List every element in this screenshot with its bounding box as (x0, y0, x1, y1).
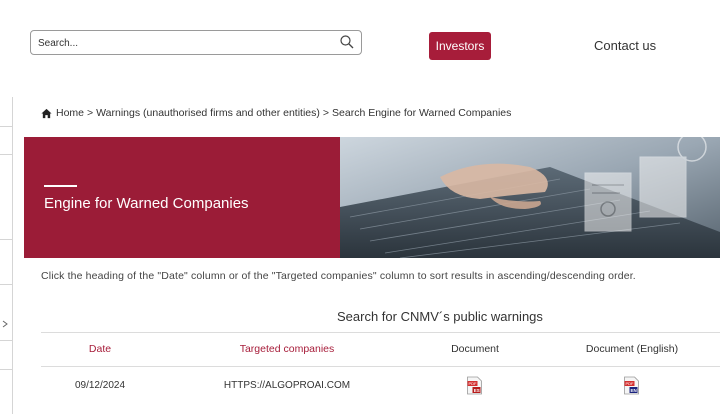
search-input[interactable] (38, 36, 328, 50)
breadcrumb-separator: > (322, 107, 330, 119)
banner-accent-bar (44, 185, 77, 187)
sidebar-divider (0, 284, 12, 285)
table-divider (41, 332, 720, 333)
svg-text:EN: EN (631, 388, 637, 393)
pdf-en-icon[interactable]: PDF EN (624, 376, 641, 395)
cell-date: 09/12/2024 (74, 380, 126, 391)
breadcrumb-warnings[interactable]: Warnings (unauthorised firms and other e… (96, 107, 320, 119)
banner-laptop-image (340, 137, 720, 258)
column-header-document-english: Document (English) (585, 343, 679, 355)
sidebar-divider (0, 340, 12, 341)
home-icon (41, 108, 52, 118)
sidebar-divider (0, 154, 12, 155)
sidebar-divider (0, 126, 12, 127)
column-header-targeted-companies[interactable]: Targeted companies (240, 343, 335, 355)
column-header-document: Document (451, 343, 499, 355)
sidebar-divider (0, 239, 12, 240)
sort-instructions: Click the heading of the "Date" column o… (41, 270, 636, 282)
breadcrumb: Home > Warnings (unauthorised firms and … (41, 107, 511, 119)
banner-panel: Engine for Warned Companies (24, 137, 340, 258)
search-icon[interactable] (339, 34, 355, 50)
svg-text:PDF: PDF (469, 381, 478, 386)
cell-company: HTTPS://ALGOPROAI.COM (223, 380, 351, 391)
sidebar-divider (0, 369, 12, 370)
search-box[interactable] (30, 30, 362, 55)
chevron-right-icon[interactable] (1, 320, 9, 328)
breadcrumb-separator: > (87, 107, 94, 119)
page-title: Engine for Warned Companies (44, 195, 249, 212)
sidebar-border (12, 97, 13, 414)
table-divider (41, 366, 720, 367)
table-title: Search for CNMV´s public warnings (337, 309, 543, 324)
column-header-date[interactable]: Date (89, 343, 111, 355)
pdf-es-icon[interactable]: PDF ES (467, 376, 484, 395)
investors-button[interactable]: Investors (429, 32, 491, 60)
breadcrumb-home[interactable]: Home (56, 107, 84, 119)
contact-link[interactable]: Contact us (594, 38, 656, 53)
svg-text:PDF: PDF (626, 381, 635, 386)
breadcrumb-current: Search Engine for Warned Companies (332, 107, 512, 119)
svg-text:ES: ES (474, 388, 480, 393)
page-banner: Engine for Warned Companies (24, 137, 720, 258)
